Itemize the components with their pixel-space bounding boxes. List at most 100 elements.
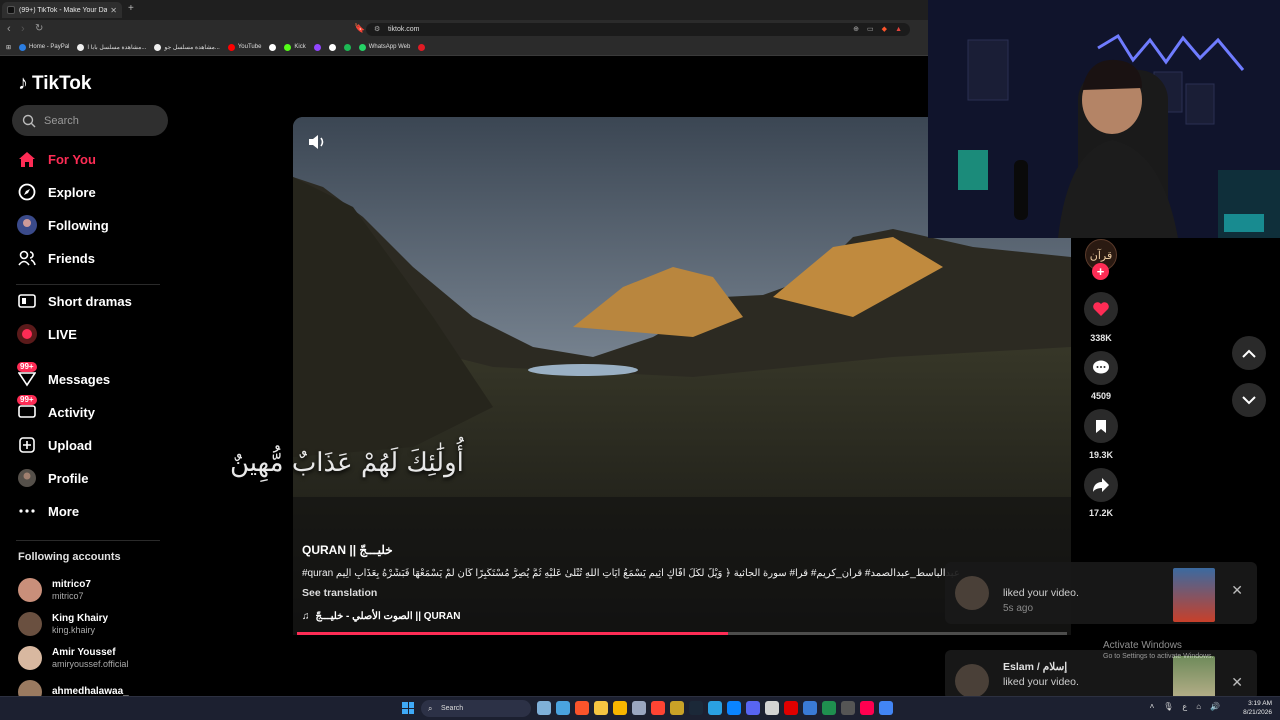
taskbar-app-icon[interactable] [537,701,551,715]
tiktok-logo[interactable]: ♪ TikTok [18,72,91,95]
taskbar-app-icon[interactable] [879,701,893,715]
bookmark-icon [1096,419,1106,433]
taskbar-app-icon[interactable] [765,701,779,715]
taskbar-search[interactable]: ⌕ Search [421,700,531,717]
bookmark-item[interactable]: Kick [284,43,306,51]
follow-button[interactable]: + [1092,263,1109,280]
see-translation-link[interactable]: See translation [302,587,377,599]
taskbar-app-icon[interactable] [727,701,741,715]
sidebar-item-explore[interactable]: Explore [16,178,166,206]
video-music[interactable]: ♫ الصوت الأصلي - خليـــجّ || QURAN [302,611,460,622]
taskbar-app-icon[interactable] [651,701,665,715]
bookmark-item[interactable] [269,43,277,51]
following-account[interactable]: Amir Youssef amiryoussef.official [18,643,168,673]
taskbar-app-icon[interactable] [784,701,798,715]
brave-shield-icon[interactable]: ◆ [882,23,887,36]
taskbar-app-icon[interactable] [613,701,627,715]
save-button[interactable] [1084,409,1118,443]
back-icon[interactable]: ‹ [7,22,11,36]
sidebar-item-live[interactable]: LIVE [16,320,166,348]
bookmark-item[interactable] [313,43,321,51]
rewards-icon[interactable]: ▲ [895,23,902,36]
sidebar-item-activity[interactable]: 99+ Activity [16,395,166,426]
taskbar-app-icon[interactable] [708,701,722,715]
previous-video-button[interactable] [1232,336,1266,370]
sidebar-item-short-dramas[interactable]: Short dramas [16,287,166,315]
tray-chevron-icon[interactable]: ˄ [1150,702,1155,711]
taskbar-app-icon[interactable] [746,701,760,715]
account-handle: mitrico7 [52,590,84,601]
sidebar-item-friends[interactable]: Friends [16,244,166,272]
close-notification-icon[interactable]: ✕ [1231,674,1243,691]
apps-grid-icon[interactable]: ⊞ [6,44,11,51]
following-account[interactable]: King Khairy king.khairy [18,609,168,639]
sidebar-item-for-you[interactable]: For You [16,145,166,173]
start-button[interactable] [402,702,414,714]
sidebar-item-messages[interactable]: 99+ Messages [16,362,166,393]
search-icon [22,114,36,127]
friends-icon [16,247,38,269]
notification-toast[interactable]: liked your video. 5s ago ✕ [945,562,1257,624]
language-indicator[interactable]: ع [1182,702,1187,711]
taskbar-app-icon[interactable] [689,701,703,715]
bookmark-label: Home - PayPal [29,44,70,50]
speaker-icon[interactable]: 🔊 [1210,702,1220,711]
reload-icon[interactable]: ↻ [35,22,43,36]
search-input[interactable] [44,114,154,127]
taskbar-app-icon[interactable] [670,701,684,715]
home-icon [16,148,38,170]
search-bar[interactable] [12,105,168,136]
taskbar-clock[interactable]: 3:19 AM 8/21/2026 [1243,699,1272,717]
sidebar-item-more[interactable]: More [16,497,166,525]
volume-icon[interactable] [307,133,327,151]
taskbar-app-icon[interactable] [803,701,817,715]
upload-icon [16,434,38,456]
bookmark-item[interactable]: WhatsApp Web [358,43,410,51]
avatar-icon [16,214,38,236]
bookmark-item[interactable]: YouTube [227,43,261,51]
account-name: Amir Youssef [52,646,116,658]
like-button[interactable] [1084,292,1118,326]
zoom-icon[interactable]: ⊕ [853,23,859,36]
screen: (99+) TikTok - Make Your Day ✕ + ‹ › ↻ 🔖… [0,0,1280,720]
bookmark-page-icon[interactable]: 🔖 [354,23,365,34]
microphone-icon[interactable]: 🎙 [1163,702,1173,711]
browser-tab[interactable]: (99+) TikTok - Make Your Day ✕ [2,2,122,18]
site-info-icon[interactable]: ⚙ [374,23,380,36]
forward-icon[interactable]: › [21,22,25,36]
bookmark-item[interactable] [418,43,426,51]
address-bar[interactable]: ⚙ tiktok.com ⊕ ▭ ◆ ▲ [366,23,910,36]
bookmark-favicon-icon [418,43,426,51]
taskbar-app-icon[interactable] [822,701,836,715]
close-notification-icon[interactable]: ✕ [1231,582,1243,599]
following-accounts-title: Following accounts [18,551,121,563]
bookmark-item[interactable] [343,43,351,51]
sidebar-item-following[interactable]: Following [16,211,166,239]
next-video-button[interactable] [1232,383,1266,417]
taskbar-app-icon[interactable] [556,701,570,715]
cast-icon[interactable]: ▭ [867,23,874,36]
following-account[interactable]: mitrico7 mitrico7 [18,575,168,605]
sidebar-item-profile[interactable]: Profile [16,464,166,492]
bookmark-item[interactable]: مشاهدة مسلسل بابا ا... [77,43,146,51]
comment-button[interactable] [1084,351,1118,385]
close-tab-icon[interactable]: ✕ [110,6,117,15]
bookmark-item[interactable] [328,43,336,51]
new-tab-button[interactable]: + [128,3,134,14]
taskbar-app-icon[interactable] [594,701,608,715]
taskbar-app-icon[interactable] [841,701,855,715]
taskbar-app-icon[interactable] [860,701,874,715]
taskbar-app-icon[interactable] [575,701,589,715]
sidebar-item-upload[interactable]: Upload [16,431,166,459]
taskbar-app-icon[interactable] [632,701,646,715]
bookmark-item[interactable]: مشاهدة مسلسل جو... [154,43,220,51]
bookmark-item[interactable]: Home - PayPal [19,43,70,51]
network-icon[interactable]: ⌂ [1196,702,1201,711]
share-button[interactable] [1084,468,1118,502]
video-author[interactable]: QURAN || خليـــجّ [302,543,393,557]
heart-icon [1093,302,1109,316]
video-progress-bar[interactable] [297,632,1067,635]
notification-text: liked your video. [1003,587,1079,599]
notification-user: Eslam / إسلام [1003,661,1068,673]
bookmarks-bar: ⊞ Home - PayPal مشاهدة مسلسل بابا ا... مشاه… [0,39,928,56]
